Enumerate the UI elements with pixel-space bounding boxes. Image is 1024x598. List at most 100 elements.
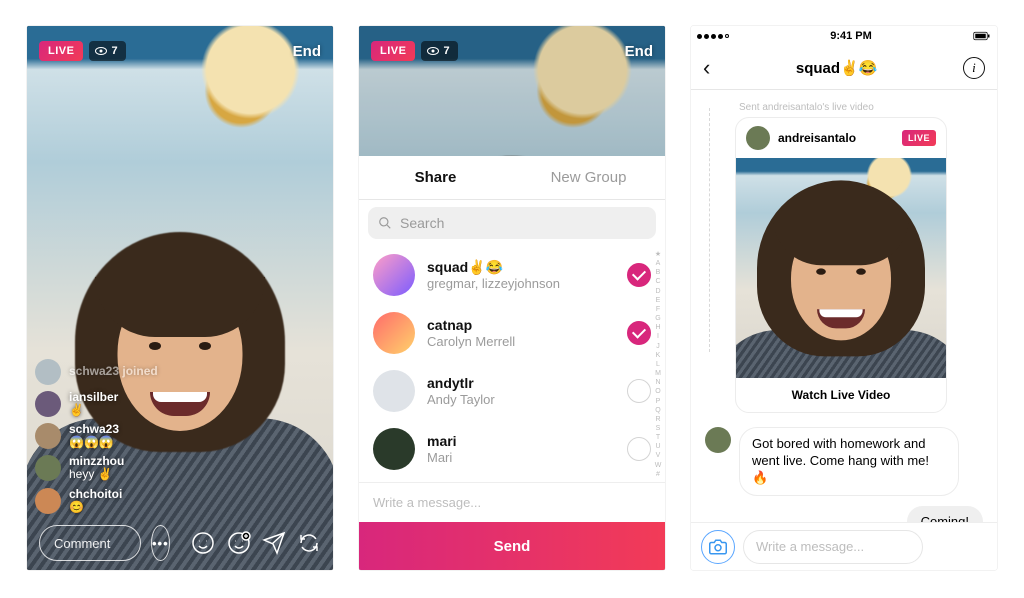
camera-button[interactable] [701,530,735,564]
index-letter[interactable]: L [653,361,663,368]
avatar [746,126,770,150]
thread-title: squad✌️😂 [796,59,878,77]
index-letter[interactable]: J [653,343,663,350]
live-video-card[interactable]: andreisantalo LIVE Watch Live Video [735,117,947,413]
switch-camera-icon[interactable] [296,530,322,556]
recipient-checkbox[interactable] [627,263,651,287]
index-letter[interactable]: U [653,443,663,450]
recipient-row[interactable]: andytlrAndy Taylor [359,362,665,420]
dm-message: Got bored with homework and went live. C… [705,427,983,496]
live-top-bar: LIVE 7 End [27,26,333,76]
index-letter[interactable]: # [653,471,663,478]
thread-rail [709,108,710,352]
live-comment: chchoitoi😊 [35,488,158,514]
index-letter[interactable]: K [653,352,663,359]
index-letter[interactable]: B [653,269,663,276]
end-button[interactable]: End [625,43,653,60]
comment-input[interactable]: Comment [39,525,141,561]
live-comment: schwa23😱😱😱 [35,423,158,449]
info-button[interactable]: i [963,57,985,79]
face-filter-icon[interactable] [190,530,216,556]
recipient-list: ★ ABCDEFGHIJKLMNOPQRSTUVW # squad✌️😂gregma… [359,246,665,482]
avatar [373,428,415,470]
dm-body: Sent andreisantalo's live video andreisa… [691,90,997,522]
sent-label: Sent andreisantalo's live video [705,102,983,113]
index-letter[interactable]: I [653,333,663,340]
share-icon[interactable] [262,531,286,555]
index-letter[interactable]: G [653,315,663,322]
face-filter-add-icon[interactable] [226,530,252,556]
eye-icon [427,47,439,55]
live-badge: LIVE [371,41,415,61]
index-letter[interactable]: S [653,425,663,432]
recipient-row[interactable]: justinaguilarJustin Aguilar [359,478,665,482]
avatar [373,312,415,354]
search-icon [378,216,392,230]
avatar [373,254,415,296]
recipient-name: andytlr [427,375,615,392]
avatar [35,455,61,481]
compose-input[interactable]: Write a message... [743,530,923,564]
index-letter[interactable]: F [653,306,663,313]
live-badge: LIVE [39,41,83,61]
live-bottom-bar: Comment ••• [27,516,333,570]
live-badge: LIVE [902,130,936,146]
index-letter[interactable]: A [653,260,663,267]
search-input[interactable]: Search [368,207,656,239]
index-letter[interactable]: O [653,388,663,395]
avatar [35,488,61,514]
send-button[interactable]: Send [359,522,665,570]
heart-icon[interactable] [963,535,987,559]
recipient-row[interactable]: catnapCarolyn Merrell [359,304,665,362]
index-letter[interactable]: T [653,434,663,441]
share-sheet: Share New Group Search ★ ABCDEFGHIJKLMNOP… [359,156,665,570]
viewer-count[interactable]: 7 [89,41,125,61]
message-input[interactable]: Write a message... [359,482,665,522]
dm-header: ‹ squad✌️😂 i [691,46,997,90]
gallery-icon[interactable] [931,535,955,559]
battery-icon [973,31,991,41]
recipient-checkbox[interactable] [627,379,651,403]
comment-text: heyy ✌️ [69,468,124,481]
index-letter[interactable]: ★ [653,250,663,258]
recipient-checkbox[interactable] [627,321,651,345]
index-letter[interactable]: W [653,462,663,469]
more-button[interactable]: ••• [151,525,170,561]
index-letter[interactable]: V [653,452,663,459]
back-button[interactable]: ‹ [703,55,710,81]
comment-user: iansilber [69,391,118,404]
index-letter[interactable]: D [653,288,663,295]
index-letter[interactable]: P [653,398,663,405]
recipient-name: catnap [427,317,615,334]
index-letter[interactable]: M [653,370,663,377]
recipient-row[interactable]: squad✌️😂gregmar, lizzeyjohnson [359,246,665,304]
index-letter[interactable]: R [653,416,663,423]
index-letter[interactable]: H [653,324,663,331]
recipient-sub: Carolyn Merrell [427,334,615,350]
card-username: andreisantalo [778,131,856,145]
comment-text: 😱😱😱 [69,436,119,449]
recipient-sub: Andy Taylor [427,392,615,408]
index-letter[interactable]: Q [653,407,663,414]
end-button[interactable]: End [293,43,321,60]
card-video-thumb [736,158,946,378]
tab-share[interactable]: Share [359,156,512,199]
recipient-row[interactable]: mariMari [359,420,665,478]
avatar [705,427,731,453]
alphabet-index[interactable]: ★ ABCDEFGHIJKLMNOPQRSTUVW # [653,250,663,478]
live-comment: iansilber✌️ [35,391,158,417]
live-comment: minzzhouheyy ✌️ [35,455,158,481]
index-letter[interactable]: C [653,278,663,285]
dm-thread-screen: 9:41 PM ‹ squad✌️😂 i Sent andreisantalo'… [691,26,997,570]
eye-icon [95,47,107,55]
live-comment: schwa23 joined [35,359,158,385]
tab-new-group[interactable]: New Group [512,156,665,199]
viewer-count[interactable]: 7 [421,41,457,61]
reply-bubble: Coming! [907,506,983,522]
index-letter[interactable]: N [653,379,663,386]
avatar [35,423,61,449]
live-comment-stream: schwa23 joined iansilber✌️ schwa23😱😱😱 minzz… [35,359,158,515]
comment-text: 😊 [69,501,122,514]
index-letter[interactable]: E [653,297,663,304]
recipient-checkbox[interactable] [627,437,651,461]
